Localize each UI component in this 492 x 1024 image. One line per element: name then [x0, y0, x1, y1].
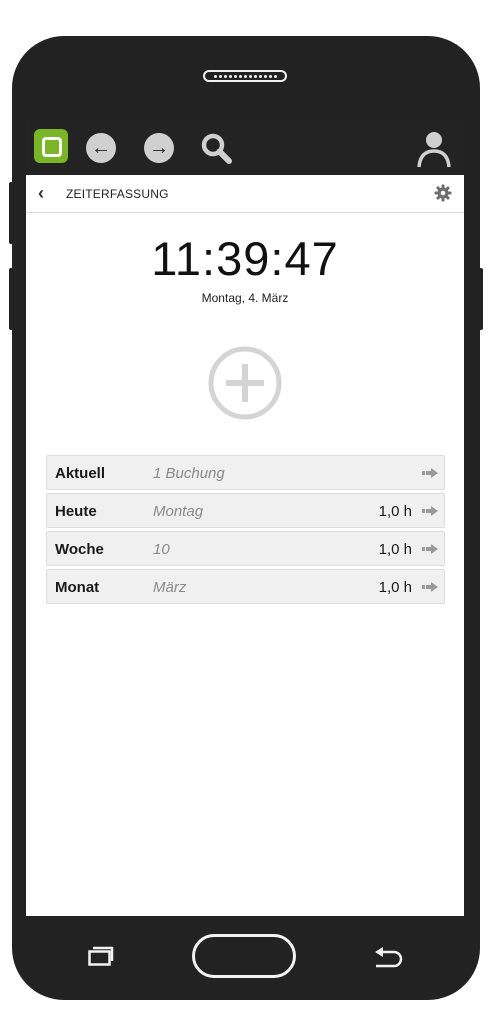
arrow-right-icon [422, 544, 438, 554]
gear-icon[interactable] [434, 184, 452, 202]
summary-row-monat[interactable]: Monat März 1,0 h [46, 569, 445, 604]
arrow-right-icon[interactable]: → [144, 133, 174, 163]
arrow-left-icon[interactable]: ← [86, 133, 116, 163]
row-label: Monat [55, 579, 100, 596]
home-button[interactable] [192, 934, 296, 978]
arrow-right-icon [422, 468, 438, 478]
app-screen: ← → ‹ ZEITERFASSUNG 11:39:47 Montag, 4. … [26, 120, 464, 916]
summary-row-woche[interactable]: Woche 10 1,0 h [46, 531, 445, 566]
row-subtitle: Montag [153, 503, 204, 520]
row-label: Heute [55, 503, 97, 520]
summary-row-aktuell[interactable]: Aktuell 1 Buchung [46, 455, 445, 490]
arrow-right-icon [422, 582, 438, 592]
summary-row-heute[interactable]: Heute Montag 1,0 h [46, 493, 445, 528]
search-icon[interactable] [198, 130, 236, 168]
recent-apps-icon[interactable] [88, 946, 114, 966]
plus-circle-icon[interactable] [206, 344, 284, 422]
app-toolbar: ← → [26, 120, 464, 175]
current-date: Montag, 4. März [201, 291, 289, 305]
row-subtitle: 1 Buchung [153, 465, 225, 482]
current-time: 11:39:47 [151, 232, 339, 285]
arrow-right-icon [422, 506, 438, 516]
row-value: 1,0 h [378, 579, 412, 596]
time-summary-list: Aktuell 1 Buchung Heute Montag 1,0 h Woc… [46, 455, 445, 607]
earpiece-speaker [203, 70, 287, 82]
row-subtitle: März [153, 579, 187, 596]
user-icon[interactable] [416, 128, 452, 168]
row-value: 1,0 h [378, 503, 412, 520]
row-subtitle: 10 [153, 541, 170, 558]
page-title: ZEITERFASSUNG [66, 187, 169, 201]
app-logo-icon[interactable] [34, 129, 68, 163]
chevron-left-icon[interactable]: ‹ [38, 184, 44, 202]
row-value: 1,0 h [378, 541, 412, 558]
row-label: Aktuell [55, 465, 106, 482]
back-icon[interactable] [372, 946, 404, 968]
row-label: Woche [55, 541, 104, 558]
page-header: ‹ ZEITERFASSUNG [26, 175, 464, 213]
